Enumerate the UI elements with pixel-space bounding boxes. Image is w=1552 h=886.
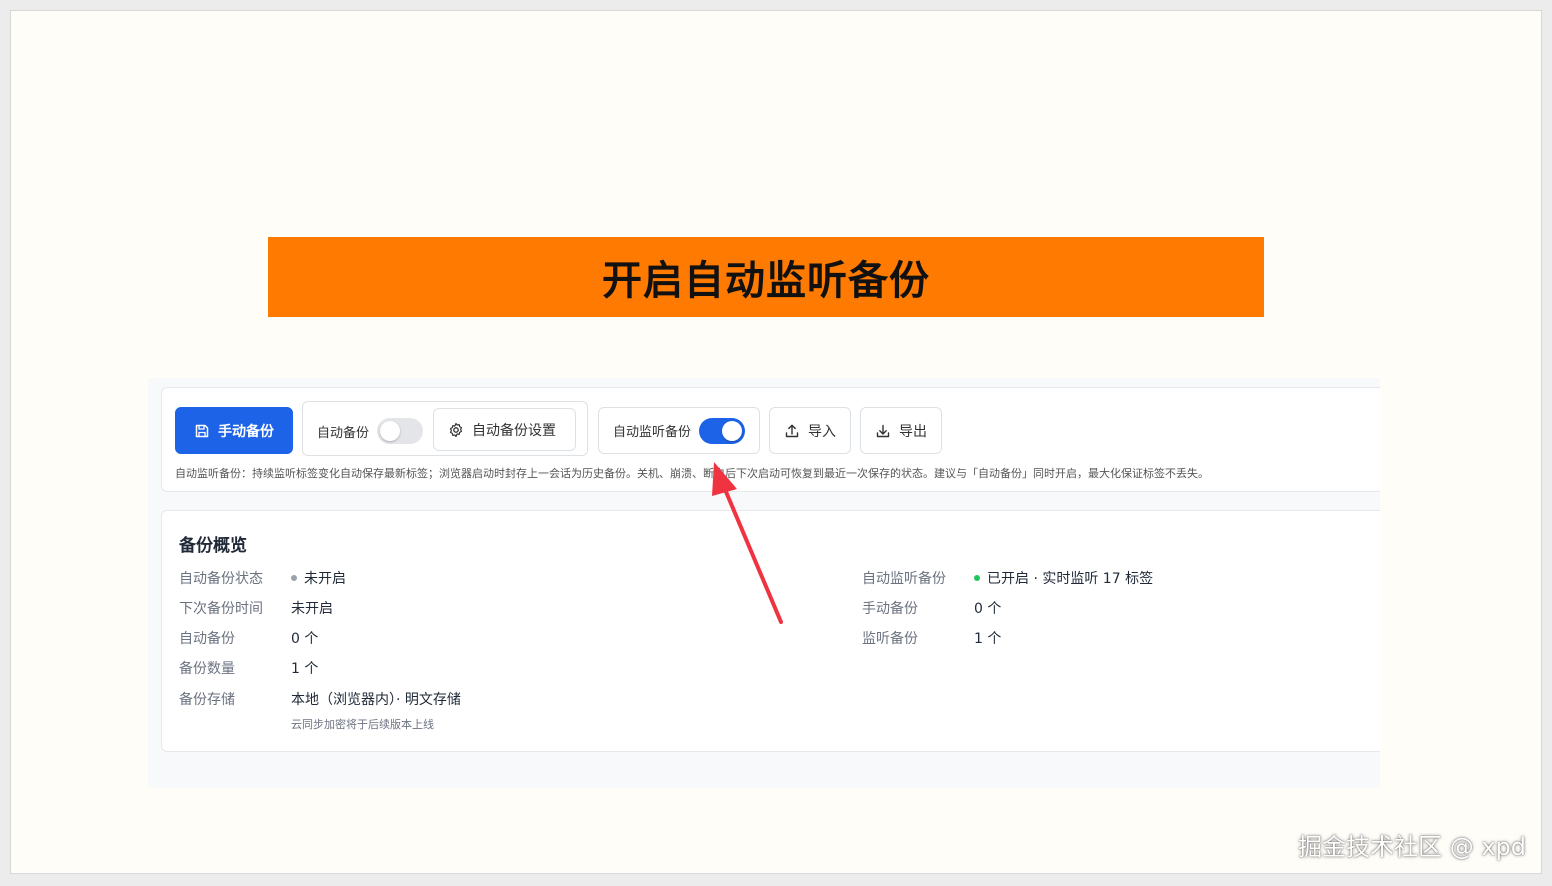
overview-row-listen-count: 监听备份 1 个 <box>862 628 1001 648</box>
row-key: 备份存储 <box>179 692 235 708</box>
row-key: 自动备份状态 <box>179 571 263 587</box>
overview-row-listen-status: 自动监听备份 已开启 · 实时监听 17 标签 <box>862 568 1153 588</box>
gear-icon <box>449 422 463 437</box>
overview-row-next-time: 下次备份时间 未开启 <box>179 598 333 618</box>
overview-row-backup-count: 备份数量 1 个 <box>179 658 318 678</box>
watermark: 掘金技术社区 @ xpd <box>1298 833 1526 861</box>
listen-backup-hint: 自动监听备份：持续监听标签变化自动保存最新标签；浏览器启动时封存上一会话为历史备… <box>175 467 1209 480</box>
row-value: 0 个 <box>974 601 1002 617</box>
auto-backup-settings-button[interactable]: 自动备份设置 <box>433 408 576 451</box>
overview-row-manual-count: 手动备份 0 个 <box>862 598 1001 618</box>
auto-backup-settings-label: 自动备份设置 <box>472 422 556 439</box>
download-icon <box>876 424 890 437</box>
export-button[interactable]: 导出 <box>860 407 942 454</box>
listen-backup-label: 自动监听备份 <box>613 425 692 440</box>
row-key: 自动监听备份 <box>862 571 946 587</box>
row-key: 监听备份 <box>862 631 918 647</box>
status-dot <box>974 575 980 581</box>
export-label: 导出 <box>899 423 927 440</box>
row-key: 备份数量 <box>179 661 235 677</box>
auto-backup-toggle[interactable] <box>377 418 423 444</box>
overview-row-auto-count: 自动备份 0 个 <box>179 628 318 648</box>
title-banner: 开启自动监听备份 <box>268 237 1264 317</box>
banner-title: 开启自动监听备份 <box>602 258 930 304</box>
row-key: 手动备份 <box>862 601 918 617</box>
overview-row-storage: 备份存储 本地（浏览器内）· 明文存储 <box>179 689 461 709</box>
row-key: 下次备份时间 <box>179 601 263 617</box>
save-icon <box>195 424 209 437</box>
manual-backup-button[interactable]: 手动备份 <box>175 407 293 454</box>
row-value: 未开启 <box>304 571 346 587</box>
import-button[interactable]: 导入 <box>769 407 851 454</box>
row-value: 1 个 <box>974 631 1002 647</box>
toggle-knob <box>722 421 742 441</box>
row-key: 自动备份 <box>179 631 235 647</box>
listen-backup-toggle[interactable] <box>699 418 745 444</box>
status-dot <box>291 575 297 581</box>
row-value: 本地（浏览器内）· 明文存储 <box>291 692 461 708</box>
row-value: 1 个 <box>291 661 319 677</box>
import-label: 导入 <box>808 423 836 440</box>
row-value: 已开启 · 实时监听 17 标签 <box>987 571 1154 587</box>
row-value: 未开启 <box>291 601 333 617</box>
auto-backup-label: 自动备份 <box>317 426 370 441</box>
storage-note: 云同步加密将于后续版本上线 <box>291 718 434 731</box>
overview-title: 备份概览 <box>179 536 247 556</box>
manual-backup-label: 手动备份 <box>218 423 274 440</box>
overview-row-auto-status: 自动备份状态 未开启 <box>179 568 346 588</box>
toggle-knob <box>380 421 400 441</box>
row-value: 0 个 <box>291 631 319 647</box>
upload-icon <box>785 424 799 437</box>
